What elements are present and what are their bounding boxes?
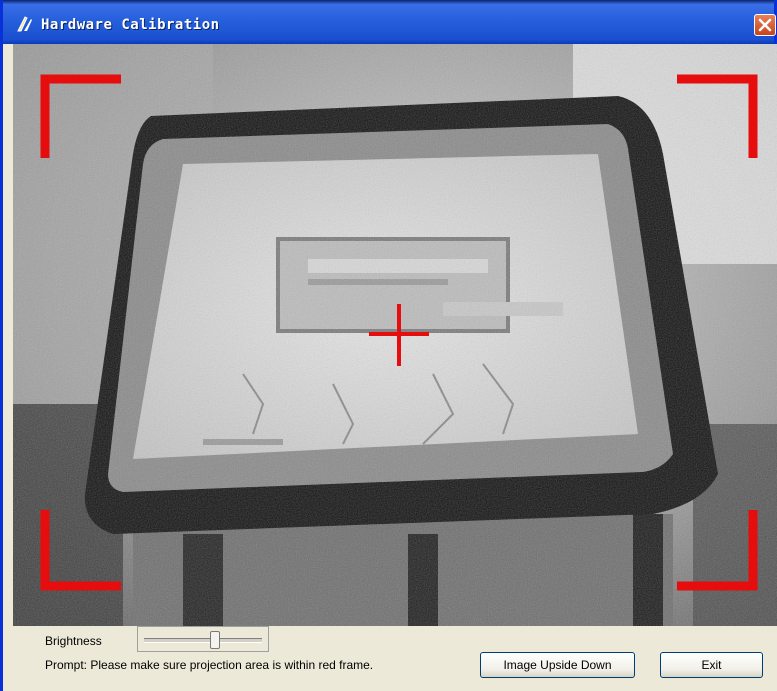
red-frame	[40, 74, 758, 591]
center-crosshair	[369, 304, 429, 366]
frame-corner-top-left	[40, 74, 121, 158]
prompt-text: Prompt: Please make sure projection area…	[45, 658, 374, 672]
calibration-window: Hardware Calibration Brightness Prompt: …	[0, 0, 777, 691]
frame-corner-bottom-left	[40, 510, 121, 591]
frame-corner-bottom-right	[677, 510, 758, 591]
title-bar[interactable]: Hardware Calibration	[3, 0, 776, 44]
exit-button[interactable]: Exit	[660, 652, 763, 678]
frame-corner-top-right	[677, 74, 758, 158]
control-panel: Brightness Prompt: Please make sure proj…	[3, 626, 777, 691]
camera-view	[13, 44, 777, 626]
brightness-slider[interactable]	[137, 626, 269, 652]
slider-thumb[interactable]	[209, 631, 220, 649]
close-icon	[758, 18, 772, 32]
image-upside-down-button[interactable]: Image Upside Down	[480, 652, 635, 678]
brightness-label: Brightness	[45, 634, 102, 648]
calibration-icon	[17, 16, 32, 32]
slider-track	[144, 638, 262, 643]
window-title: Hardware Calibration	[41, 17, 220, 33]
close-button[interactable]	[754, 14, 776, 36]
